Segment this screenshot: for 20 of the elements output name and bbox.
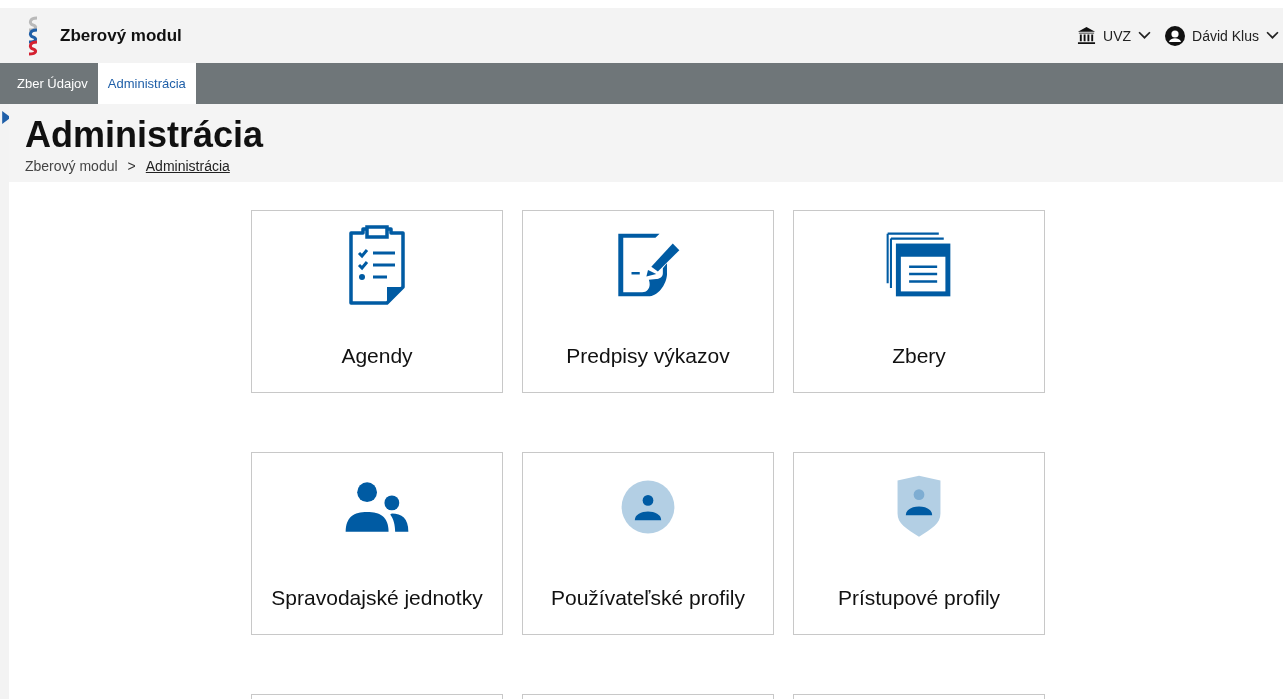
- institution-icon: [1077, 26, 1097, 45]
- admin-tile[interactable]: Predpisy výkazov: [522, 210, 774, 393]
- admin-tile[interactable]: Zbery: [793, 210, 1045, 393]
- breadcrumb-link[interactable]: Zberový modul: [25, 158, 118, 174]
- expand-sidebar-icon[interactable]: [2, 111, 11, 124]
- user-menu[interactable]: Dávid Klus: [1165, 25, 1279, 46]
- user-avatar-icon: [1165, 25, 1186, 46]
- page-title: Administrácia: [25, 114, 265, 156]
- breadcrumb-link[interactable]: Administrácia: [145, 158, 230, 174]
- breadcrumb-separator: >: [127, 158, 136, 174]
- chevron-down-icon: [1266, 31, 1279, 40]
- chevron-down-icon: [1138, 31, 1152, 40]
- app-title: Zberový modul: [60, 25, 182, 46]
- nav-tab[interactable]: Administrácia: [97, 63, 196, 104]
- admin-tile[interactable]: Spravodajské jednotky: [251, 452, 503, 635]
- admin-tile[interactable]: Používateľské profily: [522, 452, 774, 635]
- organization-menu[interactable]: UVZ: [1077, 26, 1152, 45]
- logo-icon: [26, 15, 40, 56]
- admin-tile[interactable]: Agendy: [251, 210, 503, 393]
- admin-tile[interactable]: Prístupové profily: [793, 452, 1045, 635]
